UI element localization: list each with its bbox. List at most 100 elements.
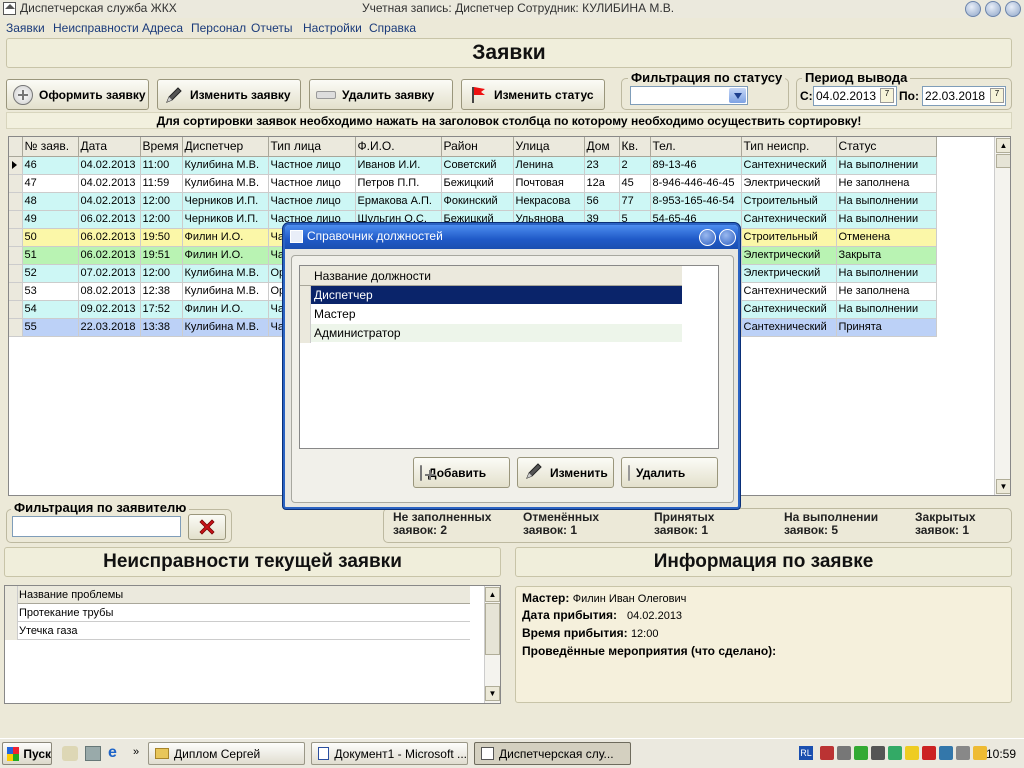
col-status-cell[interactable]: На выполнении	[836, 210, 937, 229]
col-apt-cell[interactable]: 77	[619, 192, 651, 211]
col-full-name-cell[interactable]: Ермакова А.П.	[355, 192, 442, 211]
dropdown-arrow-icon[interactable]	[729, 88, 746, 103]
col-number-cell[interactable]: 46	[22, 156, 79, 175]
col-time-cell[interactable]: 12:00	[140, 264, 183, 283]
col-dispatcher-cell[interactable]: Кулибина М.В.	[182, 318, 269, 337]
col-date-cell[interactable]: 06.02.2013	[78, 246, 141, 265]
col-fault-type-cell[interactable]: Сантехнический	[741, 210, 837, 229]
tray-icon[interactable]	[871, 746, 885, 760]
applicant-filter-input[interactable]	[12, 516, 181, 537]
table-row[interactable]: 48 04.02.2013 12:00 Черников И.П. Частное ли…	[9, 192, 937, 211]
col-district-header[interactable]: Район	[441, 137, 514, 157]
col-dispatcher-cell[interactable]: Кулибина М.В.	[182, 174, 269, 193]
col-status-cell[interactable]: На выполнении	[836, 300, 937, 319]
fault-row[interactable]: Протекание трубы	[5, 604, 470, 622]
col-full-name-cell[interactable]: Иванов И.И.	[355, 156, 442, 175]
col-number-cell[interactable]: 52	[22, 264, 79, 283]
col-time-cell[interactable]: 12:38	[140, 282, 183, 301]
col-street-cell[interactable]: Почтовая	[513, 174, 585, 193]
clear-filter-button[interactable]	[188, 514, 226, 540]
col-number-cell[interactable]: 54	[22, 300, 79, 319]
col-status-cell[interactable]: Принята	[836, 318, 937, 337]
col-date-cell[interactable]: 22.03.2018	[78, 318, 141, 337]
col-time-cell[interactable]: 11:59	[140, 174, 183, 193]
maximize-button[interactable]	[985, 1, 1001, 17]
col-number-cell[interactable]: 47	[22, 174, 79, 193]
browser-icon[interactable]: e	[108, 744, 126, 762]
col-time-cell[interactable]: 12:00	[140, 192, 183, 211]
col-dispatcher-cell[interactable]: Черников И.П.	[182, 192, 269, 211]
col-date-cell[interactable]: 04.02.2013	[78, 156, 141, 175]
menu-item-settings[interactable]: Настройки	[303, 21, 362, 35]
calendar-icon[interactable]: 7	[880, 88, 894, 103]
dialog-title-bar[interactable]: Справочник должностей	[285, 225, 738, 249]
col-time-cell[interactable]: 11:00	[140, 156, 183, 175]
col-person-type-cell[interactable]: Частное лицо	[268, 174, 356, 193]
col-time-cell[interactable]: 13:38	[140, 318, 183, 337]
col-date-cell[interactable]: 09.02.2013	[78, 300, 141, 319]
col-person-type-header[interactable]: Тип лица	[268, 137, 356, 157]
col-dispatcher-cell[interactable]: Кулибина М.В.	[182, 156, 269, 175]
col-dispatcher-cell[interactable]: Филин И.О.	[182, 228, 269, 247]
menu-item-reports[interactable]: Отчеты	[251, 21, 292, 35]
language-indicator[interactable]: RL	[799, 746, 813, 760]
position-row[interactable]: Администратор	[300, 324, 682, 343]
col-status-cell[interactable]: На выполнении	[836, 156, 937, 175]
col-number-header[interactable]: № заяв.	[22, 137, 79, 157]
create-request-button[interactable]: Оформить заявку	[6, 79, 149, 110]
col-number-cell[interactable]: 55	[22, 318, 79, 337]
col-status-cell[interactable]: Не заполнена	[836, 174, 937, 193]
delete-position-button[interactable]: Удалить	[621, 457, 718, 488]
col-date-cell[interactable]: 07.02.2013	[78, 264, 141, 283]
calendar-icon[interactable]: 7	[990, 88, 1004, 103]
col-person-type-cell[interactable]: Частное лицо	[268, 156, 356, 175]
col-number-cell[interactable]: 48	[22, 192, 79, 211]
tray-icon[interactable]	[888, 746, 902, 760]
menu-item-requests[interactable]: Заявки	[6, 21, 45, 35]
edit-position-button[interactable]: Изменить	[517, 457, 614, 488]
table-row[interactable]: 46 04.02.2013 11:00 Кулибина М.В. Частное ли…	[9, 156, 937, 175]
position-row[interactable]: Мастер	[300, 305, 682, 324]
tray-icon[interactable]	[820, 746, 834, 760]
positions-header[interactable]: Название должности	[300, 266, 682, 286]
col-person-type-cell[interactable]: Частное лицо	[268, 192, 356, 211]
col-number-cell[interactable]: 51	[22, 246, 79, 265]
status-filter-select[interactable]	[630, 86, 748, 105]
col-district-cell[interactable]: Фокинский	[441, 192, 514, 211]
tray-icon[interactable]	[854, 746, 868, 760]
col-phone-cell[interactable]: 89-13-46	[650, 156, 742, 175]
tray-icon[interactable]	[973, 746, 987, 760]
menu-item-staff[interactable]: Персонал	[191, 21, 246, 35]
dialog-close-button[interactable]	[719, 229, 736, 246]
task-diploma[interactable]: Диплом Сергей	[148, 742, 305, 765]
col-house-cell[interactable]: 56	[584, 192, 620, 211]
delete-request-button[interactable]: Удалить заявку	[309, 79, 453, 110]
col-district-cell[interactable]: Бежицкий	[441, 174, 514, 193]
col-fault-type-cell[interactable]: Сантехнический	[741, 156, 837, 175]
change-status-button[interactable]: Изменить статус	[461, 79, 605, 110]
position-row[interactable]: Диспетчер	[300, 286, 682, 305]
col-full-name-cell[interactable]: Петров П.П.	[355, 174, 442, 193]
col-fault-type-cell[interactable]: Сантехнический	[741, 300, 837, 319]
col-date-cell[interactable]: 04.02.2013	[78, 192, 141, 211]
scroll-thumb[interactable]	[485, 603, 500, 655]
col-street-header[interactable]: Улица	[513, 137, 585, 157]
menu-item-help[interactable]: Справка	[369, 21, 416, 35]
col-number-cell[interactable]: 49	[22, 210, 79, 229]
volume-icon[interactable]	[837, 746, 851, 760]
col-number-cell[interactable]: 53	[22, 282, 79, 301]
close-button[interactable]	[1005, 1, 1021, 17]
edit-request-button[interactable]: Изменить заявку	[157, 79, 301, 110]
col-status-cell[interactable]: Закрыта	[836, 246, 937, 265]
task-dispatcher[interactable]: Диспетчерская слу...	[474, 742, 631, 765]
scroll-thumb[interactable]	[996, 154, 1010, 168]
col-date-cell[interactable]: 06.02.2013	[78, 228, 141, 247]
col-date-header[interactable]: Дата	[78, 137, 141, 157]
tray-icon[interactable]	[905, 746, 919, 760]
col-fault-type-cell[interactable]: Электрический	[741, 174, 837, 193]
start-button[interactable]: Пуск	[2, 742, 52, 765]
col-dispatcher-cell[interactable]: Филин И.О.	[182, 300, 269, 319]
scroll-down-icon[interactable]: ▼	[485, 686, 500, 701]
col-fault-type-cell[interactable]: Сантехнический	[741, 282, 837, 301]
col-fault-type-cell[interactable]: Сантехнический	[741, 318, 837, 337]
